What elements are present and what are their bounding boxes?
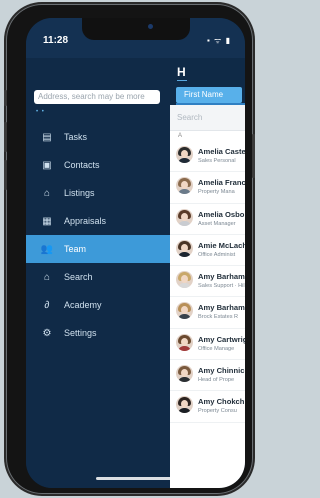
sidebar-item-label: Tasks [64,132,88,142]
avatar [176,365,193,383]
contact-card-icon: ▣ [42,159,52,171]
home-indicator[interactable] [96,477,176,480]
sidebar-item-label: Search [64,272,93,282]
sidebar-item-team[interactable]: 👥 Team [26,235,170,263]
sidebar-item-label: Academy [64,300,102,310]
logo-underline [177,80,187,81]
tab-first-name[interactable]: First Name [176,87,242,103]
sidebar-item-appraisals[interactable]: ▦ Appraisals [26,207,170,235]
page-dots: • • [36,109,45,115]
avatar [176,208,193,226]
member-role: Office Administ [198,251,236,258]
list-item[interactable]: Amy BarhamSales Support · Hills RL A1598… [170,266,245,298]
team-list: Amelia Caste Sales Personal Amelia Franc P… [170,141,245,423]
mute-switch [4,90,7,106]
status-time: 11:28 [43,35,69,46]
member-role: Sales Support · Hills RL A15980 [198,283,245,290]
avatar [176,333,193,351]
member-name: Amie McLach [198,240,245,250]
member-role: Property Mana [198,189,235,196]
section-header: A [170,131,245,141]
sidebar: Address, search may be more • • ▤ Tasks ▣… [26,58,170,488]
member-name: Amy Cartwrig [198,334,245,344]
power-button [252,134,255,178]
sidebar-item-search[interactable]: ⌂ Search [26,263,170,291]
sidebar-search-placeholder: Address, search may be more [38,92,145,101]
sidebar-item-label: Appraisals [64,216,107,226]
list-item[interactable]: Amelia Franc Property Mana [170,172,245,204]
list-item[interactable]: Amy Barham Brock Estates R [170,297,245,329]
camera-icon [148,24,153,29]
sidebar-item-academy[interactable]: ∂ Academy [26,291,170,319]
avatar [176,302,193,320]
sidebar-nav: ▤ Tasks ▣ Contacts ⌂ Listings ▦ Appraisals 👥… [26,123,170,347]
team-panel: H First Name Search A Amelia Caste Sales … [170,58,245,488]
member-name: Amelia Caste [198,147,245,156]
member-role: Asset Manager [198,220,236,227]
member-name: Amelia Osbo [198,209,245,219]
member-role: Sales Personal [198,158,236,164]
sidebar-item-label: Contacts [64,160,100,170]
member-name: Amy Barham [198,303,245,313]
status-icons: ▪︎ ᯤ ▮ [207,36,231,45]
list-item[interactable]: Amelia Osbo Asset Manager [170,204,245,235]
sidebar-item-settings[interactable]: ⚙ Settings [26,319,170,347]
member-role: Brock Estates R [198,314,239,321]
avatar [176,271,193,289]
sidebar-item-label: Listings [64,188,95,198]
sidebar-item-listings[interactable]: ⌂ Listings [26,179,170,207]
list-item[interactable]: Amelia Caste Sales Personal [170,141,245,173]
member-name: Amelia Franc [198,178,245,188]
academy-icon: ∂ [44,299,50,311]
sidebar-item-contacts[interactable]: ▣ Contacts [26,151,170,179]
member-role: Office Manage [198,345,235,352]
team-search-input[interactable]: Search [170,105,245,131]
tab-bar: First Name [170,84,245,106]
people-icon: 👥 [40,243,54,255]
avatar [176,177,193,195]
member-name: Amy Chokch [198,397,245,407]
app-logo: H [177,65,186,79]
list-item[interactable]: Amy Chinnic Head of Prope [170,360,245,392]
notch [82,18,190,40]
sidebar-search-input[interactable]: Address, search may be more [34,90,160,104]
buildings-icon: ▦ [42,215,52,227]
member-name: Amy Chinnic [198,366,245,376]
team-search-placeholder: Search [177,113,203,122]
sidebar-item-label: Settings [64,328,97,338]
member-name: Amy Barham [198,272,245,282]
avatar [176,239,193,257]
member-role: Property Consu [198,408,237,415]
volume-up-button [4,122,7,152]
avatar [176,396,193,414]
sidebar-item-tasks[interactable]: ▤ Tasks [26,123,170,151]
phone-frame: 11:28 ▪︎ ᯤ ▮ Address, search may be more… [4,4,255,494]
volume-down-button [4,160,7,190]
clipboard-icon: ▤ [42,131,52,143]
member-role: Head of Prope [198,377,235,384]
avatar [176,146,193,163]
list-item[interactable]: Amy Cartwrig Office Manage [170,329,245,361]
sidebar-item-label: Team [64,244,87,254]
gear-icon: ⚙ [42,327,52,339]
search-house-icon: ⌂ [43,271,51,283]
list-item[interactable]: Amie McLach Office Administ [170,235,245,267]
phone-screen: 11:28 ▪︎ ᯤ ▮ Address, search may be more… [26,18,245,488]
list-item[interactable]: Amy Chokch Property Consu [170,391,245,423]
house-icon: ⌂ [43,187,51,199]
